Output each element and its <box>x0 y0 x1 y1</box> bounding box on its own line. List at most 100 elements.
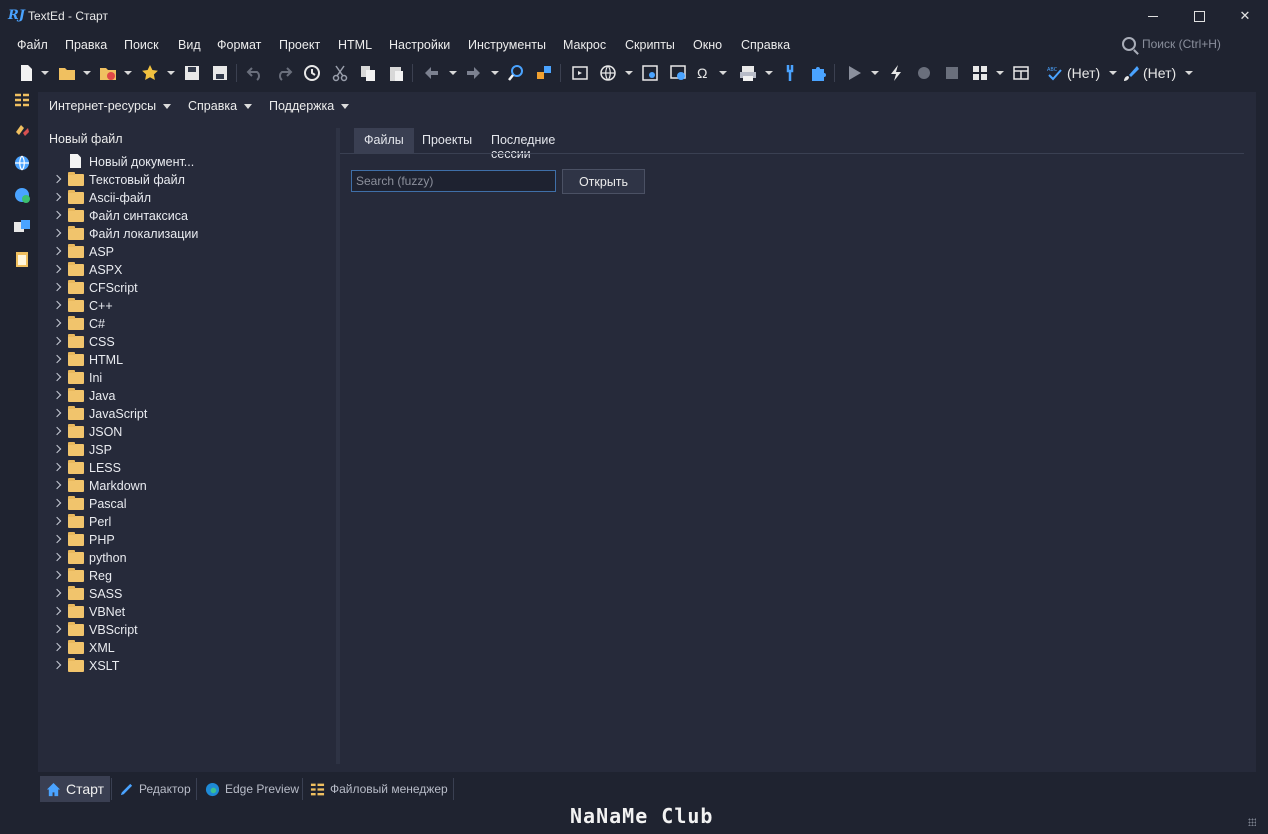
browser-dropdown-icon[interactable] <box>625 71 633 75</box>
open-button[interactable]: Открыть <box>562 169 645 194</box>
menu-window[interactable]: Окно <box>693 38 722 52</box>
highlighter-scheme[interactable]: (Нет) <box>1143 65 1176 81</box>
menu-scripts[interactable]: Скрипты <box>625 38 675 52</box>
save-icon[interactable] <box>183 64 201 82</box>
bottom-tab-editor[interactable]: Редактор <box>113 776 197 802</box>
menu-macro[interactable]: Макрос <box>563 38 606 52</box>
support-menu[interactable]: Поддержка <box>269 99 350 113</box>
document-list-icon[interactable] <box>13 92 31 110</box>
redo-icon[interactable] <box>275 64 293 82</box>
chevron-right-icon[interactable] <box>52 516 62 526</box>
chevron-right-icon[interactable] <box>52 210 62 220</box>
tree-item-folder[interactable]: Файл локализации <box>38 225 336 243</box>
special-char-dropdown-icon[interactable] <box>719 71 727 75</box>
print-icon[interactable] <box>739 64 757 82</box>
save-all-icon[interactable] <box>211 64 229 82</box>
highlighter-dropdown-icon[interactable] <box>1185 71 1193 75</box>
new-file-dropdown-icon[interactable] <box>41 71 49 75</box>
tree-item-folder[interactable]: C++ <box>38 297 336 315</box>
forward-arrow-icon[interactable] <box>465 64 483 82</box>
chevron-right-icon[interactable] <box>52 570 62 580</box>
history-clock-icon[interactable] <box>303 64 321 82</box>
chevron-right-icon[interactable] <box>52 192 62 202</box>
menu-help[interactable]: Справка <box>741 38 790 52</box>
preview-icon[interactable] <box>641 64 659 82</box>
chevron-right-icon[interactable] <box>52 498 62 508</box>
internet-resources-menu[interactable]: Интернет-ресурсы <box>49 99 172 113</box>
windows-icon[interactable] <box>13 218 31 236</box>
menu-html[interactable]: HTML <box>338 38 372 52</box>
clip-library-icon[interactable] <box>13 122 31 140</box>
menu-project[interactable]: Проект <box>279 38 320 52</box>
tree-item-folder[interactable]: ASPX <box>38 261 336 279</box>
tree-item-folder[interactable]: XML <box>38 639 336 657</box>
chevron-right-icon[interactable] <box>52 174 62 184</box>
copy-icon[interactable] <box>359 64 377 82</box>
chevron-right-icon[interactable] <box>52 606 62 616</box>
close-button[interactable] <box>1222 0 1268 32</box>
chevron-right-icon[interactable] <box>52 588 62 598</box>
chevron-right-icon[interactable] <box>52 246 62 256</box>
resize-grip-icon[interactable] <box>1248 818 1256 826</box>
browser-globe-icon[interactable] <box>599 64 617 82</box>
plugin-puzzle-icon[interactable] <box>809 64 827 82</box>
tree-item-folder[interactable]: XSLT <box>38 657 336 675</box>
tree-item-folder[interactable]: Текстовый файл <box>38 171 336 189</box>
chevron-right-icon[interactable] <box>52 444 62 454</box>
tools-wrench-icon[interactable] <box>781 64 799 82</box>
tree-item-folder[interactable]: ASP <box>38 243 336 261</box>
tree-item-folder[interactable]: JavaScript <box>38 405 336 423</box>
tree-item-folder[interactable]: VBScript <box>38 621 336 639</box>
bottom-tab-edge-preview[interactable]: Edge Preview <box>199 776 305 802</box>
quick-macro-bolt-icon[interactable] <box>887 64 905 82</box>
help-menu[interactable]: Справка <box>188 99 253 113</box>
chevron-right-icon[interactable] <box>52 372 62 382</box>
menu-edit[interactable]: Правка <box>65 38 107 52</box>
fuzzy-search-input[interactable] <box>351 170 556 192</box>
chevron-right-icon[interactable] <box>52 534 62 544</box>
spellcheck-icon[interactable]: ABC <box>1046 64 1064 82</box>
open-dropdown-icon[interactable] <box>83 71 91 75</box>
layout-dropdown-icon[interactable] <box>996 71 1004 75</box>
tree-item-folder[interactable]: CFScript <box>38 279 336 297</box>
replace-icon[interactable] <box>535 64 553 82</box>
minimize-button[interactable] <box>1130 0 1176 32</box>
spellcheck-dropdown-icon[interactable] <box>1109 71 1117 75</box>
chevron-right-icon[interactable] <box>52 282 62 292</box>
play-dropdown-icon[interactable] <box>871 71 879 75</box>
chevron-right-icon[interactable] <box>52 264 62 274</box>
menu-file[interactable]: Файл <box>17 38 48 52</box>
chevron-right-icon[interactable] <box>52 426 62 436</box>
tree-item-folder[interactable]: JSON <box>38 423 336 441</box>
cut-icon[interactable] <box>331 64 349 82</box>
maximize-button[interactable] <box>1176 0 1222 32</box>
paste-icon[interactable] <box>387 64 405 82</box>
chevron-right-icon[interactable] <box>52 642 62 652</box>
global-search[interactable]: Поиск (Ctrl+H) <box>1122 35 1221 53</box>
stop-icon[interactable] <box>943 64 961 82</box>
chevron-right-icon[interactable] <box>52 462 62 472</box>
layout-grid-icon[interactable] <box>971 64 989 82</box>
tree-item-folder[interactable]: C# <box>38 315 336 333</box>
chevron-right-icon[interactable] <box>52 408 62 418</box>
tree-item-folder[interactable]: Markdown <box>38 477 336 495</box>
find-icon[interactable] <box>507 64 525 82</box>
tree-item-folder[interactable]: VBNet <box>38 603 336 621</box>
undo-icon[interactable] <box>246 64 264 82</box>
menu-format[interactable]: Формат <box>217 38 261 52</box>
play-macro-icon[interactable] <box>845 64 863 82</box>
favorites-star-icon[interactable] <box>141 64 159 82</box>
recent-folder-icon[interactable] <box>99 64 117 82</box>
tree-item-new-document[interactable]: Новый документ... <box>38 153 336 171</box>
back-arrow-icon[interactable] <box>422 64 440 82</box>
web-preview-icon[interactable] <box>669 64 687 82</box>
chevron-right-icon[interactable] <box>52 336 62 346</box>
tree-item-folder[interactable]: Файл синтаксиса <box>38 207 336 225</box>
omega-special-char-icon[interactable]: Ω <box>697 65 707 81</box>
menu-tools[interactable]: Инструменты <box>468 38 546 52</box>
tab-files[interactable]: Файлы <box>354 128 414 154</box>
tree-item-folder[interactable]: Reg <box>38 567 336 585</box>
menu-view[interactable]: Вид <box>178 38 201 52</box>
open-folder-icon[interactable] <box>58 64 76 82</box>
tree-item-folder[interactable]: PHP <box>38 531 336 549</box>
